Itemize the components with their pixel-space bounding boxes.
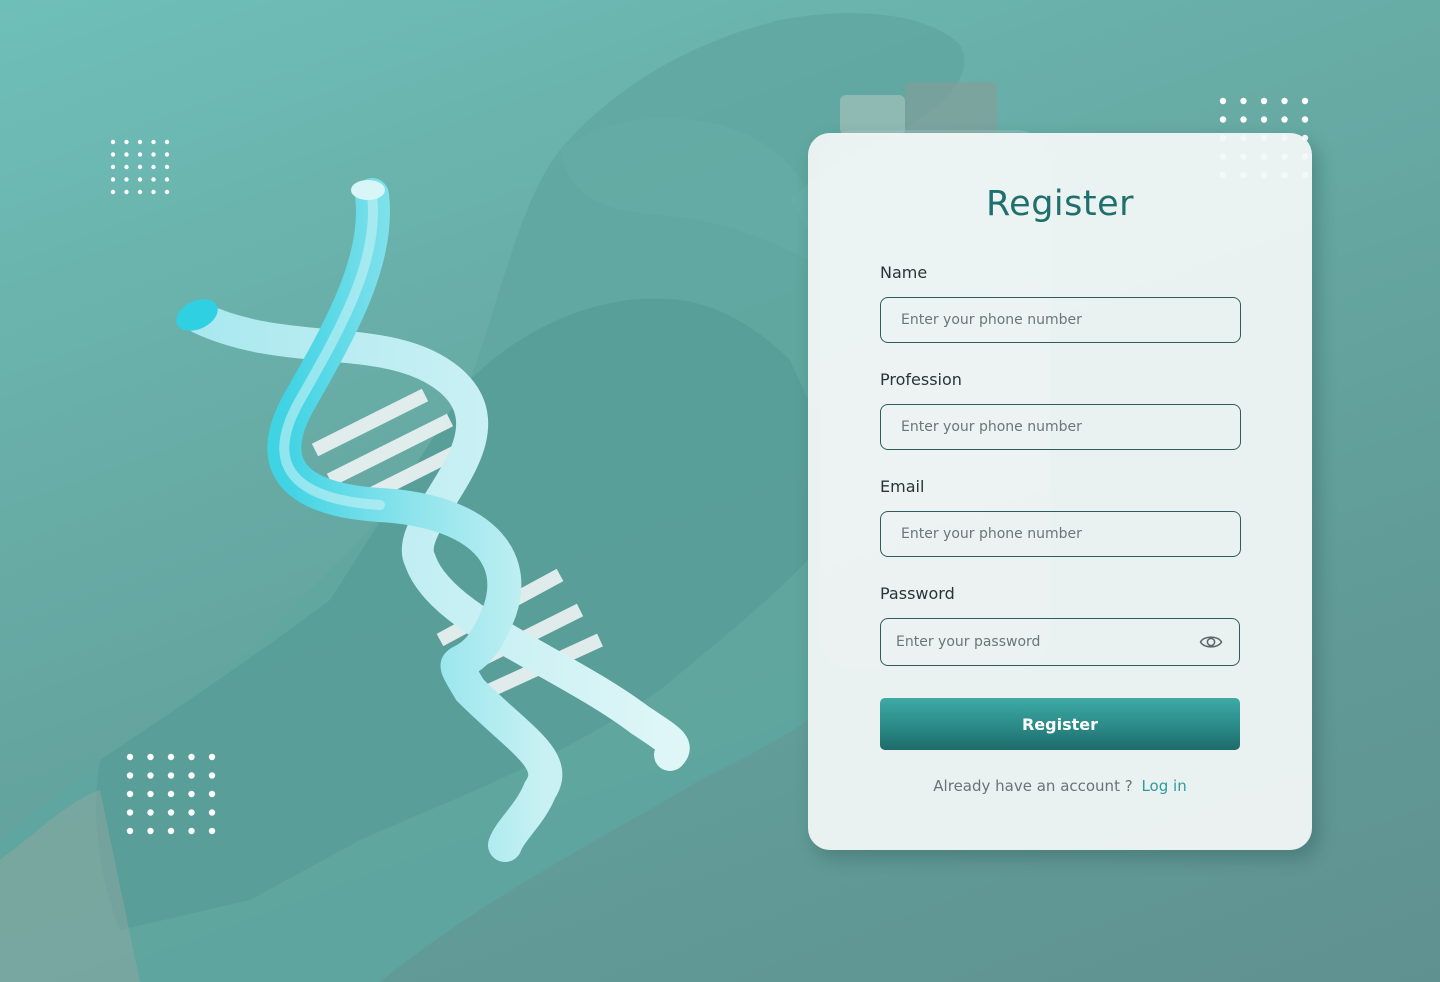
decor-dot <box>167 772 175 779</box>
decor-dot <box>188 827 195 835</box>
decor-dot <box>208 772 216 779</box>
name-input[interactable] <box>880 297 1241 343</box>
decor-dot <box>151 139 156 145</box>
decor-dot <box>1240 97 1247 105</box>
decor-dot <box>110 139 116 145</box>
decor-dot <box>188 753 195 761</box>
eye-icon[interactable] <box>1199 632 1223 652</box>
decor-dot <box>110 177 116 182</box>
profession-label: Profession <box>880 370 962 389</box>
decor-dot <box>208 827 216 835</box>
decor-dot <box>110 152 116 157</box>
decor-dot <box>126 772 134 779</box>
login-prompt-text: Already have an account ? <box>933 777 1133 795</box>
decor-dot <box>188 772 195 779</box>
email-input[interactable] <box>880 511 1241 557</box>
decor-dot <box>126 753 134 761</box>
decor-dot <box>124 189 129 195</box>
decor-dot <box>151 189 156 195</box>
decor-dot <box>124 177 129 182</box>
decor-dot <box>1281 116 1288 123</box>
decor-dot <box>126 827 134 835</box>
login-prompt: Already have an account ? Log in <box>808 777 1312 795</box>
decor-dot <box>1219 116 1227 123</box>
decor-dot <box>137 139 143 145</box>
decor-dot <box>1301 116 1309 123</box>
decor-dot <box>151 152 156 157</box>
decor-dot <box>164 139 170 145</box>
decor-dot <box>167 827 175 835</box>
decor-dot <box>1260 97 1268 105</box>
decor-dot <box>137 189 143 195</box>
decor-dot <box>147 827 154 835</box>
name-label: Name <box>880 263 928 282</box>
decor-dot <box>188 790 195 798</box>
decor-dot <box>126 790 134 798</box>
password-label: Password <box>880 584 955 603</box>
decor-dot <box>147 809 154 816</box>
decor-dot <box>1281 97 1288 105</box>
decor-dot <box>124 152 129 157</box>
decor-dot <box>126 809 134 816</box>
profession-input[interactable] <box>880 404 1241 450</box>
password-field <box>880 618 1240 666</box>
decor-dot <box>164 164 170 170</box>
register-button[interactable]: Register <box>880 698 1240 750</box>
decor-dot <box>137 177 143 182</box>
decor-dot <box>167 809 175 816</box>
decor-dot <box>164 189 170 195</box>
decor-dot <box>208 753 216 761</box>
decor-dot <box>147 753 154 761</box>
decor-dot <box>167 753 175 761</box>
decor-dot <box>124 164 129 170</box>
decor-dot <box>110 189 116 195</box>
decor-dot <box>1219 97 1227 105</box>
decor-dot <box>208 790 216 798</box>
decor-dot <box>164 177 170 182</box>
decor-dot <box>164 152 170 157</box>
decor-dot <box>151 164 156 170</box>
decor-dot <box>110 164 116 170</box>
page-title: Register <box>985 184 1135 224</box>
decor-dot <box>151 177 156 182</box>
login-link[interactable]: Log in <box>1141 777 1186 795</box>
decor-dot <box>137 152 143 157</box>
decor-dot <box>188 809 195 816</box>
dot-grid-top-left <box>110 139 170 195</box>
decor-dot <box>1301 97 1309 105</box>
decor-dot <box>167 790 175 798</box>
decor-dot <box>208 809 216 816</box>
decor-dot <box>1260 116 1268 123</box>
decor-dot <box>147 772 154 779</box>
password-input[interactable] <box>881 619 1181 665</box>
decor-dot <box>147 790 154 798</box>
decor-dot <box>1240 116 1247 123</box>
decor-dot <box>137 164 143 170</box>
email-label: Email <box>880 477 925 496</box>
decor-dot <box>124 139 129 145</box>
